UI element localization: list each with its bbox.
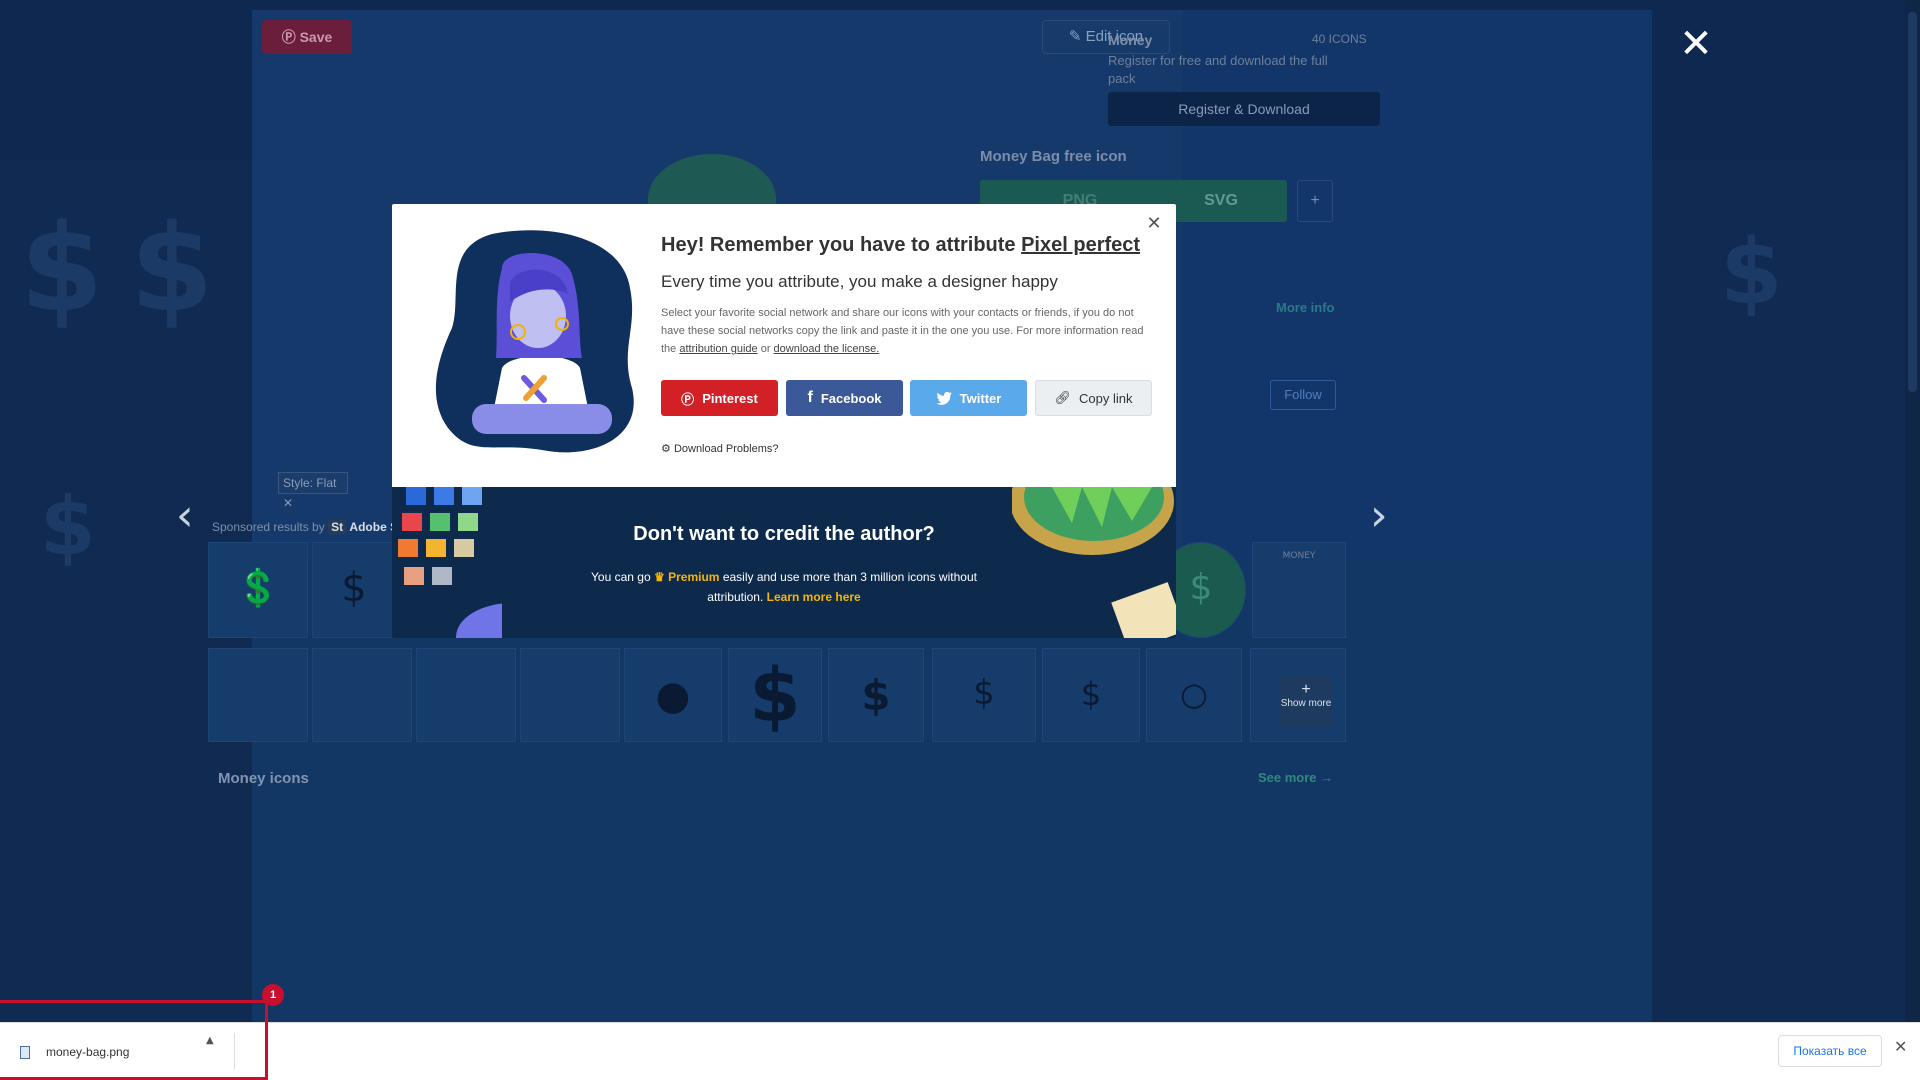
close-detail-icon[interactable]: ✕ xyxy=(1676,24,1716,64)
remove-filter-icon[interactable]: ✕ xyxy=(283,496,293,510)
register-download-button[interactable]: Register & Download xyxy=(1108,92,1380,126)
style-filter-chip[interactable]: Style: Flat ✕ xyxy=(278,472,348,510)
show-all-downloads-button[interactable]: Показать все xyxy=(1778,1035,1882,1067)
chevron-up-icon[interactable]: ▲ xyxy=(206,1035,214,1046)
pinterest-icon: Ⓟ xyxy=(681,392,695,408)
plus-icon: + xyxy=(1301,681,1311,698)
pack-description: Register for free and download the full … xyxy=(1108,53,1328,86)
sponsored-icon-tile[interactable]: $ xyxy=(312,542,396,638)
attribution-modal: ✕ Hey! Remember you have to attribute Pi… xyxy=(392,204,1176,638)
download-license-link[interactable]: download the license. xyxy=(774,343,880,355)
download-item[interactable]: money-bag.png xyxy=(0,1031,234,1073)
twitter-share-button[interactable]: Twitter xyxy=(910,380,1027,416)
more-info-link[interactable]: More info xyxy=(1276,300,1335,315)
pinterest-share-button[interactable]: Ⓟ Pinterest xyxy=(661,380,778,416)
download-separator xyxy=(234,1033,235,1069)
piggy-bank-icon: ○ xyxy=(1180,675,1208,713)
sad-designer-illustration xyxy=(435,230,634,453)
premium-cta-text: You can go ♛ Premium easily and use more… xyxy=(591,570,977,604)
twitter-bird-icon xyxy=(936,391,952,405)
modal-close-icon[interactable]: ✕ xyxy=(1144,214,1164,234)
modal-description: Select your favorite social network and … xyxy=(661,307,1144,355)
result-icon-tile[interactable] xyxy=(208,648,308,742)
result-icon-tile[interactable]: ● xyxy=(624,648,722,742)
backdrop-dollar-icon: $ xyxy=(20,200,104,339)
facebook-share-button[interactable]: f Facebook xyxy=(786,380,903,416)
learn-more-link[interactable]: Learn more here xyxy=(767,590,861,604)
piggy-bank-icon: ● xyxy=(655,673,691,719)
download-shelf: money-bag.png ▲ Показать все ✕ xyxy=(0,1022,1920,1080)
result-icon-tile[interactable] xyxy=(416,648,516,742)
show-more-button[interactable]: + Show more xyxy=(1280,676,1332,728)
annotation-step-badge: 1 xyxy=(262,984,284,1006)
download-problems-link[interactable]: ⚙ Download Problems? xyxy=(661,442,779,455)
hand-dollar-icon: 💲 xyxy=(235,568,281,609)
modal-main-section: ✕ Hey! Remember you have to attribute Pi… xyxy=(392,204,1176,487)
color-swatch-illustration xyxy=(398,487,502,638)
backdrop-dollar-icon: $ xyxy=(1720,220,1783,325)
facebook-icon: f xyxy=(807,389,813,406)
premium-label[interactable]: Premium xyxy=(668,570,719,584)
attribution-guide-link[interactable]: attribution guide xyxy=(679,343,757,355)
dollar-coin-hand-icon: $ xyxy=(1080,675,1102,713)
money-bag-icon: $ xyxy=(861,671,891,720)
copy-link-button[interactable]: 🔗︎ Copy link xyxy=(1035,380,1152,416)
next-icon-arrow[interactable]: › xyxy=(1370,490,1388,541)
follow-button[interactable]: Follow xyxy=(1270,380,1336,410)
author-link[interactable]: Pixel perfect xyxy=(1021,234,1140,256)
dollar-sign-icon: $ xyxy=(749,653,801,739)
result-icon-tile[interactable] xyxy=(312,648,412,742)
arrow-right-icon: → xyxy=(1320,770,1334,785)
pinterest-icon: Ⓟ xyxy=(281,29,296,45)
modal-subheading: Every time you attribute, you make a des… xyxy=(661,272,1058,291)
result-icon-tile[interactable]: $ xyxy=(1042,648,1140,742)
add-to-collection-button[interactable]: + xyxy=(1297,180,1333,222)
money-pack-preview-icon: MONEY xyxy=(1282,551,1316,561)
premium-crown-icon: ♛ xyxy=(654,570,665,584)
pinterest-save-button[interactable]: Ⓟ Save xyxy=(262,20,352,54)
sponsored-icon-tile[interactable]: MONEY xyxy=(1252,542,1346,638)
money-icons-heading: Money icons xyxy=(218,770,309,787)
result-icon-tile[interactable]: $ xyxy=(828,648,924,742)
hand-money-icon: $ xyxy=(973,673,995,713)
link-icon: 🔗︎ xyxy=(1054,390,1072,406)
backdrop-dollar-icon: $ xyxy=(40,480,96,573)
result-icon-tile[interactable]: $ xyxy=(728,648,822,742)
pencil-icon: ✎ xyxy=(1068,28,1082,45)
image-file-icon xyxy=(20,1045,30,1059)
modal-heading: Hey! Remember you have to attribute Pixe… xyxy=(661,234,1141,256)
pack-title[interactable]: Money xyxy=(1108,32,1152,48)
result-icon-tile[interactable]: ○ xyxy=(1146,648,1242,742)
coins-dollar-icon: $ xyxy=(341,565,367,611)
close-download-shelf-icon[interactable]: ✕ xyxy=(1894,1037,1907,1056)
pack-count: 40 ICONS xyxy=(1312,32,1367,46)
sponsored-icon-tile[interactable]: 💲 xyxy=(208,542,308,638)
page-scrollbar-thumb[interactable] xyxy=(1908,12,1917,392)
backdrop-dollar-icon: $ xyxy=(130,200,214,339)
download-file-name: money-bag.png xyxy=(46,1045,130,1059)
adobe-stock-logo: St xyxy=(328,520,347,534)
premium-cta-section: Don't want to credit the author? You can… xyxy=(392,487,1176,638)
premium-cta-title: Don't want to credit the author? xyxy=(633,523,935,545)
previous-icon-arrow[interactable]: ‹ xyxy=(176,490,194,541)
free-icon-title: Money Bag free icon xyxy=(980,148,1127,165)
result-icon-tile[interactable] xyxy=(520,648,620,742)
plant-notebook-illustration xyxy=(1012,487,1176,638)
warning-icon: ⚙ xyxy=(661,442,671,455)
see-more-link[interactable]: See more → xyxy=(1258,770,1333,785)
result-icon-tile[interactable]: $ xyxy=(932,648,1036,742)
